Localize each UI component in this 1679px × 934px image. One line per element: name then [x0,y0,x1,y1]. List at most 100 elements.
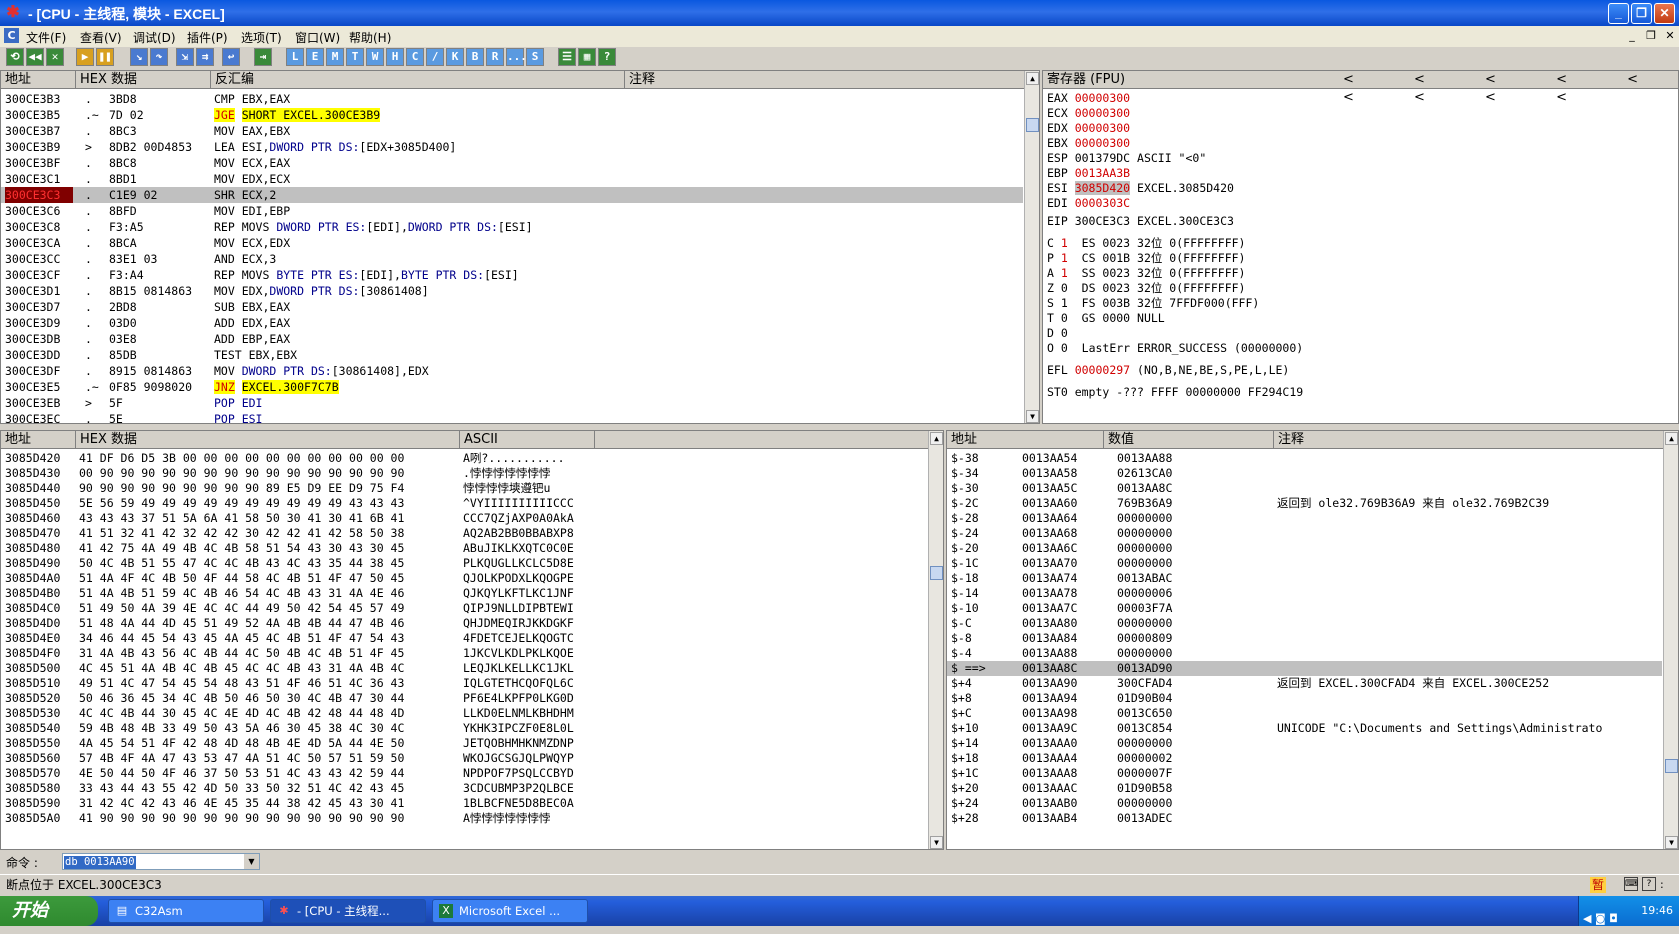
disasm-row[interactable]: 300CE3C3. C1E9 02 SHR ECX,2 [1,187,1023,203]
stack-value[interactable]: 00000000 [1117,796,1267,811]
stack-offset[interactable]: $+1C [951,766,1021,781]
scroll-thumb[interactable] [1665,759,1678,773]
disasm-hex[interactable]: 85DB [109,347,209,363]
stack-address[interactable]: 0013AA78 [1022,586,1102,601]
disasm-address[interactable]: 300CE3C8 [5,219,73,235]
stack-offset[interactable]: $+C [951,706,1021,721]
handles-window-icon[interactable]: H [386,48,404,66]
disasm-instruction[interactable]: MOV ECX,EDX [214,235,624,251]
stack-address[interactable]: 0013AA64 [1022,511,1102,526]
disasm-row[interactable]: 300CE3CA. 8BCA MOV ECX,EDX [1,235,1023,251]
disasm-row[interactable]: 300CE3EC. 5E POP ESI [1,411,1023,423]
flag-p[interactable]: P 1 CS 001B 32位 0(FFFFFFFF) [1047,251,1245,266]
mdi-close-button[interactable]: ✕ [1662,28,1678,44]
flag-value[interactable]: 1 [1061,296,1068,310]
stack-row[interactable]: $+C 0013AA98 0013C650 [947,706,1662,721]
stack-address[interactable]: 0013AA9C [1022,721,1102,736]
disasm-address[interactable]: 300CE3C6 [5,203,73,219]
dump-hex[interactable]: 43 43 43 37 51 5A 6A 41 58 50 30 41 30 4… [79,511,459,526]
flag-value[interactable]: 0 [1061,311,1068,325]
stack-row[interactable]: $+8 0013AA94 01D90B04 [947,691,1662,706]
dump-row[interactable]: 3085D430 00 90 90 90 90 90 90 90 90 90 90… [1,466,927,481]
menu-file[interactable]: 文件(F) [26,29,66,46]
stack-address[interactable]: 0013AA94 [1022,691,1102,706]
dump-address[interactable]: 3085D460 [5,511,75,526]
help-icon[interactable]: ? [1642,877,1656,891]
stack-value[interactable]: 0013ABAC [1117,571,1267,586]
disasm-row[interactable]: 300CE3E5 .~ 0F85 9098020 JNZ EXCEL.300F7C7B [1,379,1023,395]
dump-row[interactable]: 3085D540 59 4B 48 4B 33 49 50 43 5A 46 30… [1,721,927,736]
dump-ascii[interactable]: LEQJKLKELLKC1JKL [463,661,593,676]
disasm-address[interactable]: 300CE3C3 [5,187,73,203]
disasm-row[interactable]: 300CE3DB. 03E8 ADD EBP,EAX [1,331,1023,347]
run-icon[interactable]: ▶ [76,48,94,66]
disasm-address[interactable]: 300CE3D1 [5,283,73,299]
restart-icon[interactable]: ◀◀ [26,48,44,66]
stack-value[interactable]: 00000000 [1117,511,1267,526]
dump-row[interactable]: 3085D460 43 43 43 37 51 5A 6A 41 58 50 30… [1,511,927,526]
breakpoints-window-icon[interactable]: B [466,48,484,66]
stack-value[interactable]: 01D90B04 [1117,691,1267,706]
flag-value[interactable]: 1 [1061,266,1068,280]
dump-ascii[interactable]: QJOLKPODXLKQOGPE [463,571,593,586]
stack-row[interactable]: $-24 0013AA68 00000000 [947,526,1662,541]
flag-o[interactable]: O 0 LastErr ERROR_SUCCESS (00000000) [1047,341,1303,356]
stack-address[interactable]: 0013AA7C [1022,601,1102,616]
dump-row[interactable]: 3085D570 4E 50 44 50 4F 46 37 50 53 51 4C… [1,766,927,781]
dump-header-ascii[interactable]: ASCII [460,431,595,449]
dump-address[interactable]: 3085D490 [5,556,75,571]
menu-plugins[interactable]: 插件(P) [187,29,228,46]
disasm-instruction[interactable]: REP MOVS DWORD PTR ES:[EDI],DWORD PTR DS… [214,219,624,235]
dump-ascii[interactable]: QJKQYLKFTLKC1JNF [463,586,593,601]
scroll-down-icon[interactable]: ▼ [930,836,943,849]
flag-c[interactable]: C 1 ES 0023 32位 0(FFFFFFFF) [1047,236,1245,251]
dump-hex[interactable]: 51 4A 4B 51 59 4C 4B 46 54 4C 4B 43 31 4… [79,586,459,601]
stack-offset[interactable]: $-38 [951,451,1021,466]
flag-value[interactable]: 1 [1061,251,1068,265]
efl-line[interactable]: EFL 00000297 (NO,B,NE,BE,S,PE,L,LE) [1047,363,1289,378]
disasm-hex[interactable]: 0F85 9098020 [109,379,209,395]
dump-ascii[interactable]: NPDPOF7PSQLCCBYD [463,766,593,781]
dump-row[interactable]: 3085D590 31 42 4C 42 43 46 4E 45 35 44 38… [1,796,927,811]
dump-row[interactable]: 3085D440 90 90 90 90 90 90 90 90 90 89 E5… [1,481,927,496]
task-excel[interactable]: X Microsoft Excel ... [432,899,588,923]
dump-address[interactable]: 3085D530 [5,706,75,721]
stack-offset[interactable]: $+20 [951,781,1021,796]
disasm-hex[interactable]: F3:A4 [109,267,209,283]
execute-till-return-icon[interactable]: ↩ [222,48,240,66]
stack-scrollbar[interactable]: ▲ ▼ [1663,431,1678,849]
dump-ascii[interactable]: .悖悖悖悖悖悖悖 [463,466,593,481]
dump-ascii[interactable]: ^VYIIIIIIIIIICCC [463,496,593,511]
stack-row[interactable]: $+1C 0013AAA8 0000007F [947,766,1662,781]
command-input[interactable]: db 0013AA90 ▼ [62,853,260,870]
eip-line[interactable]: EIP 300CE3C3 EXCEL.300CE3C3 [1047,214,1234,229]
stack-address[interactable]: 0013AA5C [1022,481,1102,496]
disasm-instruction[interactable]: MOV DWORD PTR DS:[30861408],EDX [214,363,624,379]
dump-row[interactable]: 3085D4D0 51 48 4A 44 4D 45 51 49 52 4A 4B… [1,616,927,631]
stack-offset[interactable]: $+10 [951,721,1021,736]
scroll-down-icon[interactable]: ▼ [1665,836,1678,849]
dump-row[interactable]: 3085D4B0 51 4A 4B 51 59 4C 4B 46 54 4C 4B… [1,586,927,601]
disasm-header-disasm[interactable]: 反汇编 [211,71,625,89]
stack-value[interactable]: 00000000 [1117,736,1267,751]
register-value[interactable]: 00000300 [1075,91,1130,105]
register-value[interactable]: 001379DC [1075,151,1130,165]
chevron-down-icon[interactable]: ▼ [244,854,259,869]
disasm-hex[interactable]: 8BC3 [109,123,209,139]
dump-address[interactable]: 3085D580 [5,781,75,796]
disasm-hex[interactable]: 8915 0814863 [109,363,209,379]
dump-row[interactable]: 3085D4C0 51 49 50 4A 39 4E 4C 4C 44 49 50… [1,601,927,616]
stack-address[interactable]: 0013AA58 [1022,466,1102,481]
dump-ascii[interactable]: A咧?........... [463,451,593,466]
menu-help[interactable]: 帮助(H) [349,29,391,46]
stack-row[interactable]: $-1C 0013AA70 00000000 [947,556,1662,571]
dump-row[interactable]: 3085D470 41 51 32 41 42 32 42 42 30 42 42… [1,526,927,541]
stack-offset[interactable]: $+8 [951,691,1021,706]
disasm-instruction[interactable]: ADD EBP,EAX [214,331,624,347]
disasm-header-hex[interactable]: HEX 数据 [76,71,211,89]
dump-address[interactable]: 3085D550 [5,736,75,751]
stack-address[interactable]: 0013AAAC [1022,781,1102,796]
register-esi[interactable]: ESI 3085D420 EXCEL.3085D420 [1047,181,1234,196]
command-input-value[interactable]: db 0013AA90 [64,856,136,869]
disasm-row[interactable]: 300CE3BF. 8BC8 MOV ECX,EAX [1,155,1023,171]
